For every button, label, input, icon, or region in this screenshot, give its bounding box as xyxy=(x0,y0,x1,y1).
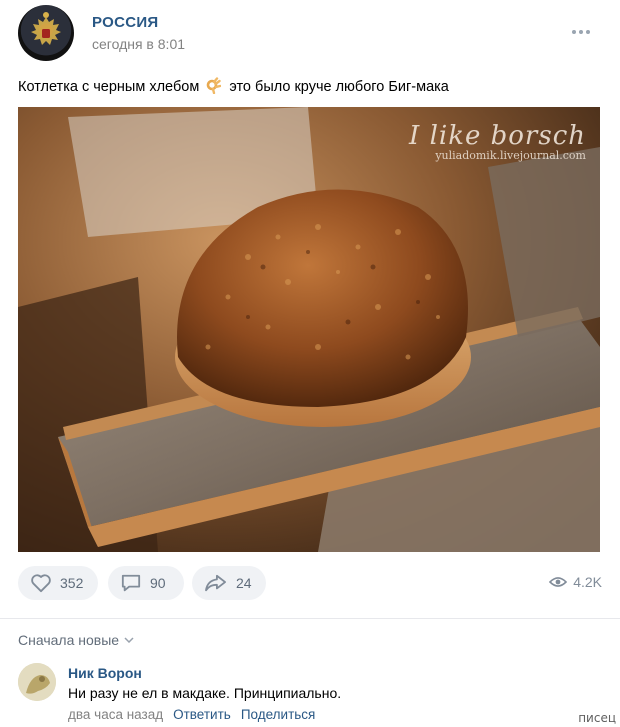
author-name[interactable]: РОССИЯ xyxy=(92,14,159,31)
like-count: 352 xyxy=(60,575,84,591)
comment-time[interactable]: два часа назад xyxy=(68,707,163,722)
share-arrow-icon xyxy=(205,574,226,592)
view-count: 4.2K xyxy=(573,574,602,590)
sort-label: Сначала новые xyxy=(18,632,120,648)
commenter-avatar[interactable] xyxy=(18,663,56,701)
share-link[interactable]: Поделиться xyxy=(241,707,316,722)
comment-item: Ник Ворон Ни разу не ел в макдаке. Принц… xyxy=(18,661,602,727)
double-eagle-icon xyxy=(31,12,61,45)
post-header: РОССИЯ сегодня в 8:01 xyxy=(18,5,602,63)
post-text-part2: это было круче любого Биг-мака xyxy=(229,79,449,95)
comment-icon xyxy=(121,574,141,592)
post-photo[interactable]: I like borsch yuliadomik.livejournal.com xyxy=(18,107,600,552)
share-count: 24 xyxy=(236,575,252,591)
reply-link[interactable]: Ответить xyxy=(173,707,231,722)
site-watermark: писец xyxy=(578,711,616,725)
comment-sort-toggle[interactable]: Сначала новые xyxy=(18,632,134,648)
comment-button[interactable]: 90 xyxy=(108,566,184,600)
eye-icon xyxy=(549,577,568,587)
comment-text: Ни разу не ел в макдаке. Принципиально. xyxy=(68,685,342,701)
community-avatar[interactable] xyxy=(18,5,74,61)
ok-hand-emoji-icon xyxy=(207,77,222,94)
post-timestamp[interactable]: сегодня в 8:01 xyxy=(92,36,185,52)
share-button[interactable]: 24 xyxy=(192,566,266,600)
like-button[interactable]: 352 xyxy=(18,566,98,600)
cutlet-on-bread-image xyxy=(18,107,600,552)
chevron-down-icon xyxy=(124,637,134,643)
post-text: Котлетка с черным хлебом это было круче … xyxy=(18,77,449,95)
commenter-photo xyxy=(18,663,56,701)
photo-watermark: I like borsch yuliadomik.livejournal.com xyxy=(409,121,586,162)
post-text-part1: Котлетка с черным хлебом xyxy=(18,79,200,95)
heart-icon xyxy=(31,574,51,593)
comment-count: 90 xyxy=(150,575,166,591)
watermark-title: I like borsch xyxy=(409,121,586,151)
view-counter: 4.2K xyxy=(549,574,602,590)
comment-meta: два часа назад Ответить Поделиться xyxy=(68,707,315,722)
divider xyxy=(0,618,620,619)
post-actions: 352 90 24 4.2K xyxy=(18,566,602,602)
watermark-url: yuliadomik.livejournal.com xyxy=(435,149,586,162)
comment-author[interactable]: Ник Ворон xyxy=(68,665,142,681)
more-options-icon[interactable] xyxy=(572,21,594,34)
